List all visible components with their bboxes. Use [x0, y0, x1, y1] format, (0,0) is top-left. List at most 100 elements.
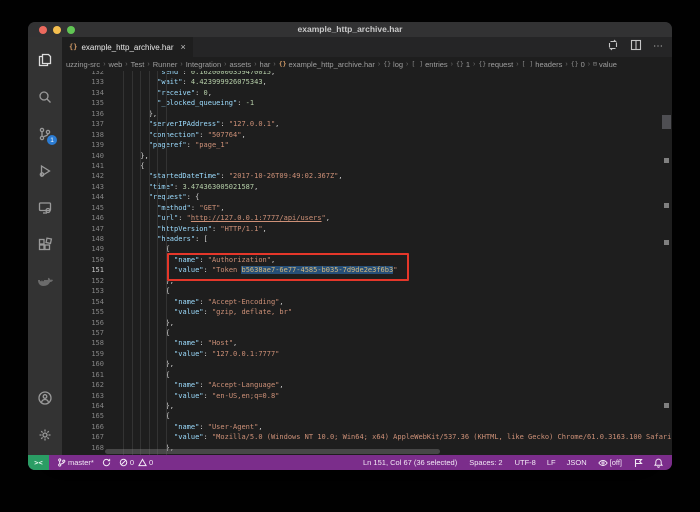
line-number[interactable]: 151: [62, 265, 104, 275]
line-number[interactable]: 161: [62, 370, 104, 380]
breadcrumb-item[interactable]: [ ]entries: [411, 60, 447, 69]
close-window-button[interactable]: [39, 26, 47, 34]
line-number[interactable]: 164: [62, 401, 104, 411]
code-line[interactable]: 141 {: [62, 161, 672, 171]
line-number[interactable]: 148: [62, 234, 104, 244]
zoom-window-button[interactable]: [67, 26, 75, 34]
more-actions-icon[interactable]: ⋯: [653, 42, 664, 52]
line-number[interactable]: 165: [62, 411, 104, 421]
cursor-position-status[interactable]: Ln 151, Col 67 (36 selected): [359, 458, 461, 467]
breadcrumb-item[interactable]: {}log: [383, 60, 403, 69]
code-line-content[interactable]: },: [104, 318, 174, 328]
docker-icon[interactable]: [28, 263, 62, 300]
code-line[interactable]: 139 "pageref": "page_1": [62, 140, 672, 150]
split-editor-icon[interactable]: [630, 38, 642, 56]
breadcrumb-item[interactable]: {}0: [571, 60, 585, 69]
line-number[interactable]: 139: [62, 140, 104, 150]
line-number[interactable]: 137: [62, 119, 104, 129]
line-number[interactable]: 142: [62, 171, 104, 181]
code-line[interactable]: 163 "value": "en-US,en;q=0.8": [62, 391, 672, 401]
remote-indicator[interactable]: ><: [28, 455, 49, 470]
code-line[interactable]: 160 },: [62, 359, 672, 369]
code-line[interactable]: 144 "request": {: [62, 192, 672, 202]
code-line[interactable]: 154 "name": "Accept-Encoding",: [62, 297, 672, 307]
breadcrumb-item[interactable]: Test: [131, 60, 145, 69]
code-line-content[interactable]: "name": "Accept-Encoding",: [104, 297, 284, 307]
code-line-content[interactable]: "serverIPAddress": "127.0.0.1",: [104, 119, 279, 129]
code-line[interactable]: 140 },: [62, 151, 672, 161]
code-line-content[interactable]: "httpVersion": "HTTP/1.1",: [104, 224, 267, 234]
code-line[interactable]: 164 },: [62, 401, 672, 411]
breadcrumb-item[interactable]: {}request: [478, 60, 513, 69]
code-line[interactable]: 136 },: [62, 109, 672, 119]
code-line[interactable]: 165 {: [62, 411, 672, 421]
code-line[interactable]: 162 "name": "Accept-Language",: [62, 380, 672, 390]
code-line[interactable]: 167 "value": "Mozilla/5.0 (Windows NT 10…: [62, 432, 672, 442]
breadcrumb-item[interactable]: assets: [230, 60, 252, 69]
code-line-content[interactable]: "wait": 4.423999926075343,: [104, 77, 267, 87]
settings-gear-icon[interactable]: [28, 416, 62, 453]
search-icon[interactable]: [28, 78, 62, 115]
line-number[interactable]: 144: [62, 192, 104, 202]
code-line[interactable]: 133 "wait": 4.423999926075343,: [62, 77, 672, 87]
line-number[interactable]: 135: [62, 98, 104, 108]
notifications-bell-icon[interactable]: [650, 458, 667, 468]
code-line[interactable]: 145 "method": "GET",: [62, 203, 672, 213]
line-number[interactable]: 158: [62, 338, 104, 348]
line-number[interactable]: 152: [62, 276, 104, 286]
eol-status[interactable]: LF: [543, 458, 560, 467]
code-line-content[interactable]: {: [104, 370, 170, 380]
code-line[interactable]: 153 {: [62, 286, 672, 296]
line-number[interactable]: 145: [62, 203, 104, 213]
line-number[interactable]: 153: [62, 286, 104, 296]
line-number[interactable]: 155: [62, 307, 104, 317]
code-line[interactable]: 138 "connection": "507764",: [62, 130, 672, 140]
code-line[interactable]: 134 "receive": 0,: [62, 88, 672, 98]
code-line[interactable]: 142 "startedDateTime": "2017-10-26T09:49…: [62, 171, 672, 181]
line-number[interactable]: 141: [62, 161, 104, 171]
code-line-content[interactable]: "value": "127.0.0.1:7777": [104, 349, 279, 359]
line-number[interactable]: 159: [62, 349, 104, 359]
language-mode-status[interactable]: JSON: [563, 458, 591, 467]
tab-example-http-archive[interactable]: {} example_http_archive.har ×: [62, 37, 193, 57]
run-and-debug-icon[interactable]: [28, 152, 62, 189]
breadcrumb-item[interactable]: uzzing-src: [66, 60, 100, 69]
code-line-content[interactable]: "time": 3.474363005021587,: [104, 182, 258, 192]
code-line-content[interactable]: "name": "Accept-Language",: [104, 380, 284, 390]
vertical-scrollbar[interactable]: [662, 115, 671, 129]
line-number[interactable]: 167: [62, 432, 104, 442]
sync-changes-button[interactable]: [98, 458, 115, 467]
code-line-content[interactable]: },: [104, 276, 174, 286]
code-line-content[interactable]: },: [104, 359, 174, 369]
code-line[interactable]: 155 "value": "gzip, deflate, br": [62, 307, 672, 317]
tab-close-icon[interactable]: ×: [181, 42, 186, 52]
breadcrumb-item[interactable]: har: [260, 60, 271, 69]
code-line-content[interactable]: "request": {: [104, 192, 199, 202]
line-number[interactable]: 166: [62, 422, 104, 432]
code-line-content[interactable]: "value": "Mozilla/5.0 (Windows NT 10.0; …: [104, 432, 671, 442]
code-line-content[interactable]: },: [104, 401, 174, 411]
code-line-content[interactable]: },: [104, 151, 149, 161]
minimize-window-button[interactable]: [53, 26, 61, 34]
code-line[interactable]: 146 "url": "http://127.0.0.1:7777/api/us…: [62, 213, 672, 223]
breadcrumb-item[interactable]: Integration: [186, 60, 221, 69]
code-line-content[interactable]: {: [104, 286, 170, 296]
breadcrumb-item[interactable]: [ ]headers: [522, 60, 563, 69]
window-titlebar[interactable]: example_http_archive.har: [28, 22, 672, 37]
git-branch-status[interactable]: master*: [53, 458, 98, 467]
line-number[interactable]: 160: [62, 359, 104, 369]
breadcrumb-item[interactable]: web: [109, 60, 123, 69]
encoding-status[interactable]: UTF-8: [511, 458, 540, 467]
screencast-status[interactable]: [off]: [594, 458, 626, 467]
code-line-content[interactable]: "headers": [: [104, 234, 208, 244]
remote-explorer-icon[interactable]: [28, 189, 62, 226]
line-number[interactable]: 162: [62, 380, 104, 390]
code-editor[interactable]: 132 "send": 0.16200000359470015,133 "wai…: [62, 71, 672, 455]
accounts-icon[interactable]: [28, 379, 62, 416]
breadcrumb-item[interactable]: Runner: [153, 60, 178, 69]
code-line[interactable]: 143 "time": 3.474363005021587,: [62, 182, 672, 192]
line-number[interactable]: 133: [62, 77, 104, 87]
line-number[interactable]: 157: [62, 328, 104, 338]
line-number[interactable]: 136: [62, 109, 104, 119]
code-line[interactable]: 147 "httpVersion": "HTTP/1.1",: [62, 224, 672, 234]
